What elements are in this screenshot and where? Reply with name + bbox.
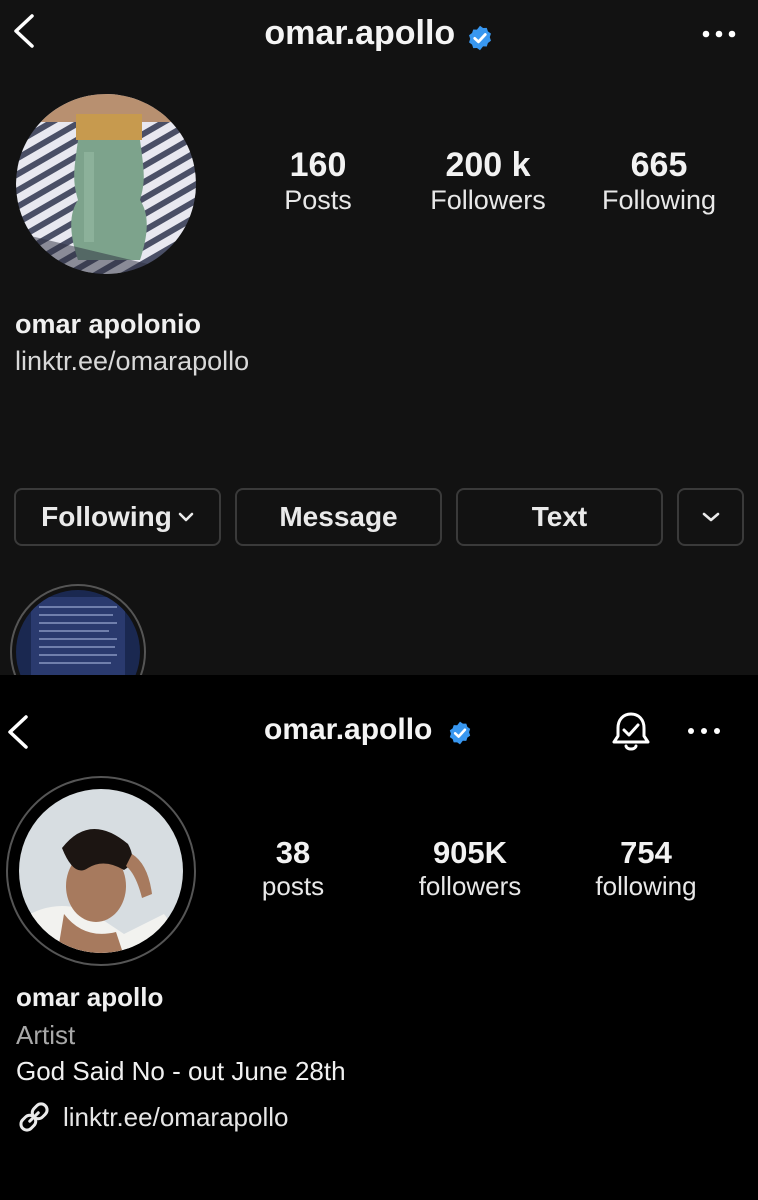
stat-posts[interactable]: 160 Posts	[258, 146, 378, 216]
stat-posts[interactable]: 38 posts	[233, 835, 353, 902]
following-count: 754	[620, 835, 672, 870]
notification-bell-icon[interactable]	[608, 709, 654, 755]
following-count: 665	[630, 146, 688, 184]
message-button-label: Message	[279, 501, 398, 532]
followers-label: Followers	[430, 185, 546, 215]
bio-link-text: linktr.ee/omarapollo	[63, 1101, 289, 1132]
story-highlight[interactable]	[9, 583, 147, 675]
posts-count: 38	[275, 835, 311, 870]
more-icon[interactable]	[686, 724, 722, 738]
username-title: omar.apollo	[264, 14, 456, 52]
bio-link[interactable]: linktr.ee/omarapollo	[15, 346, 249, 377]
profile-name: omar apollo	[16, 982, 164, 1012]
profile-category: Artist	[16, 1020, 76, 1050]
username-title: omar.apollo	[264, 713, 433, 746]
profile-header: omar.apollo	[264, 713, 473, 747]
posts-label: Posts	[284, 185, 352, 215]
bio-link[interactable]: linktr.ee/omarapollo	[16, 1099, 288, 1135]
followers-count: 905K	[432, 835, 508, 870]
verified-badge-icon	[468, 25, 491, 51]
link-icon	[19, 1102, 49, 1132]
following-label: following	[595, 871, 697, 901]
profile-header: omar.apollo	[0, 14, 758, 53]
following-button[interactable]: Following	[14, 488, 221, 546]
chevron-down-icon	[178, 512, 194, 522]
profile-name: omar apolonio	[15, 309, 202, 339]
more-icon[interactable]	[700, 26, 738, 42]
message-button[interactable]: Message	[235, 488, 442, 546]
avatar[interactable]	[4, 774, 198, 968]
profile-bio: God Said No - out June 28th	[16, 1056, 346, 1086]
posts-label: posts	[261, 871, 325, 901]
followers-label: followers	[418, 871, 522, 901]
stat-followers[interactable]: 905K followers	[395, 835, 545, 902]
stat-following[interactable]: 665 Following	[584, 146, 734, 216]
new-profile-screenshot: omar.apollo 38 posts 905K followers 754 …	[0, 675, 758, 1200]
stat-followers[interactable]: 200 k Followers	[413, 146, 563, 216]
back-icon[interactable]	[4, 713, 34, 751]
following-label: Following	[601, 185, 717, 215]
chevron-down-icon	[702, 512, 719, 522]
followers-count: 200 k	[445, 146, 531, 184]
avatar[interactable]	[14, 92, 198, 276]
old-profile-screenshot: omar.apollo 160 Posts 200 k Followers 66…	[0, 0, 758, 675]
stat-following[interactable]: 754 following	[571, 835, 721, 902]
suggested-accounts-button[interactable]	[677, 488, 744, 546]
text-button-label: Text	[531, 501, 588, 532]
verified-badge-icon	[449, 721, 471, 745]
following-button-label: Following	[41, 501, 172, 532]
text-button[interactable]: Text	[456, 488, 663, 546]
posts-count: 160	[289, 146, 347, 184]
